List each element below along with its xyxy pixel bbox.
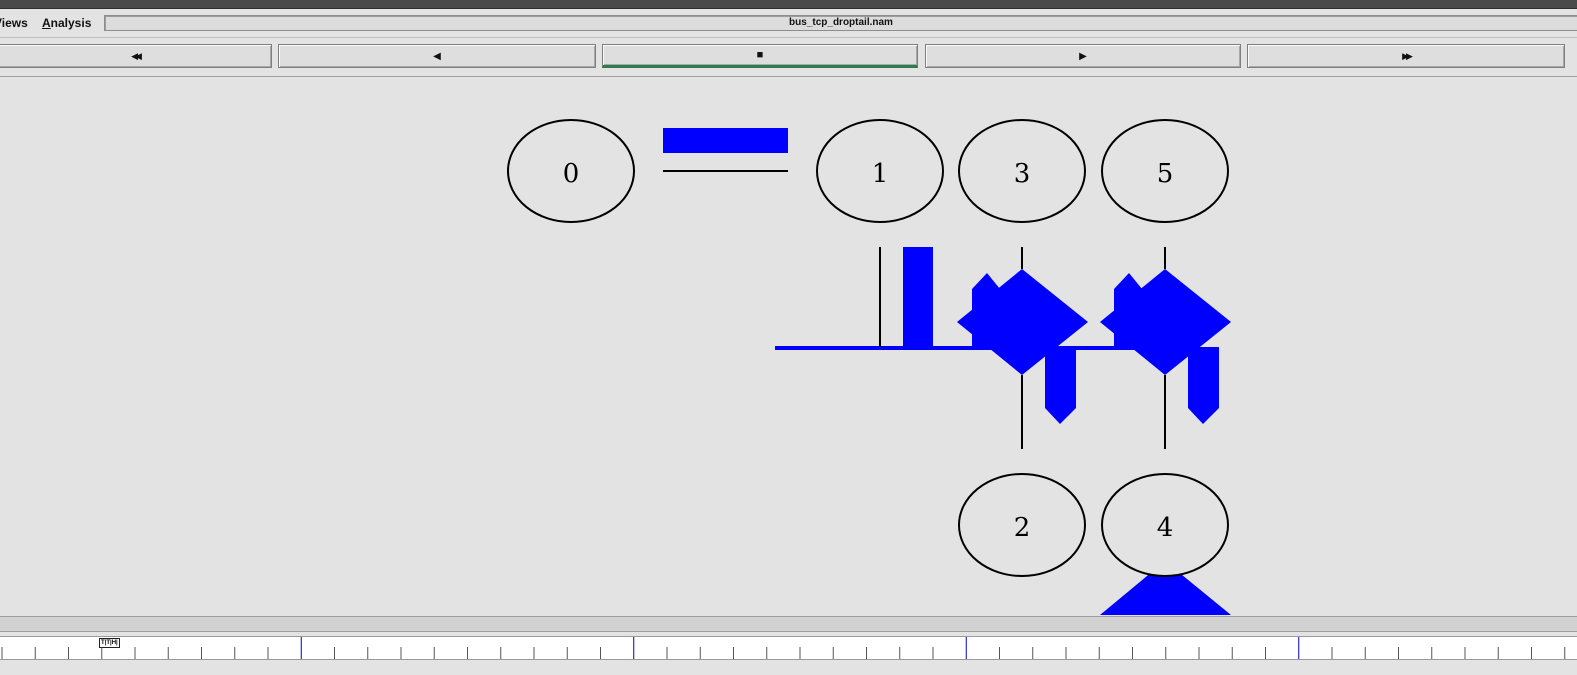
window-titlebar <box>0 0 1577 9</box>
rewind-icon: ◀◀ <box>131 51 142 61</box>
stop-icon: ■ <box>756 49 764 61</box>
packet-link-0-1 <box>663 128 788 153</box>
packet-node-5-left <box>1114 273 1142 347</box>
menu-views[interactable]: Views <box>0 16 28 30</box>
menu-bar: Views Analysis bus_tcp_droptail.nam <box>0 9 1577 38</box>
time-slider[interactable]: T|T|H| <box>0 636 1577 660</box>
network-animation-canvas[interactable]: 0 1 3 5 2 4 <box>0 77 1577 617</box>
fast-forward-button[interactable]: ▶▶ <box>1247 44 1565 68</box>
packet-node-3-down <box>1045 347 1076 424</box>
canvas-separator[interactable] <box>0 616 1577 632</box>
menu-analysis[interactable]: Analysis <box>42 16 91 30</box>
node-4-label: 4 <box>1157 513 1174 543</box>
node-4[interactable]: 4 <box>1101 473 1229 577</box>
node-1[interactable]: 1 <box>816 119 944 223</box>
node-2[interactable]: 2 <box>958 473 1086 577</box>
play-button[interactable]: ▶ <box>925 44 1241 68</box>
node-3-label: 3 <box>1014 159 1031 189</box>
step-back-button[interactable]: ◀ <box>278 44 596 68</box>
back-icon: ◀ <box>433 51 441 62</box>
node-1-label: 1 <box>872 159 889 189</box>
node-5[interactable]: 5 <box>1101 119 1229 223</box>
fast-forward-icon: ▶▶ <box>1402 51 1413 61</box>
node-3[interactable]: 3 <box>958 119 1086 223</box>
packet-to-node-1 <box>903 247 933 349</box>
node-0[interactable]: 0 <box>507 119 635 223</box>
node-0-label: 0 <box>563 159 580 189</box>
packet-node-5-down <box>1188 347 1219 424</box>
playback-toolbar: ◀◀ ◀ ■ ▶ ▶▶ <box>0 38 1577 78</box>
packet-node-3-left <box>972 273 1000 347</box>
node-5-label: 5 <box>1157 159 1174 189</box>
play-icon: ▶ <box>1079 51 1087 62</box>
topology-drawing: 0 1 3 5 2 4 <box>507 119 1231 615</box>
rewind-button[interactable]: ◀◀ <box>0 44 272 68</box>
timeline-ticks <box>1 637 1566 659</box>
time-slider-handle[interactable]: T|T|H| <box>99 638 120 648</box>
stop-button[interactable]: ■ <box>602 44 918 68</box>
trace-file-name: bus_tcp_droptail.nam <box>104 15 1577 31</box>
menu-analysis-rest: nalysis <box>50 16 92 30</box>
status-strip <box>0 660 1577 675</box>
node-2-label: 2 <box>1014 513 1031 543</box>
